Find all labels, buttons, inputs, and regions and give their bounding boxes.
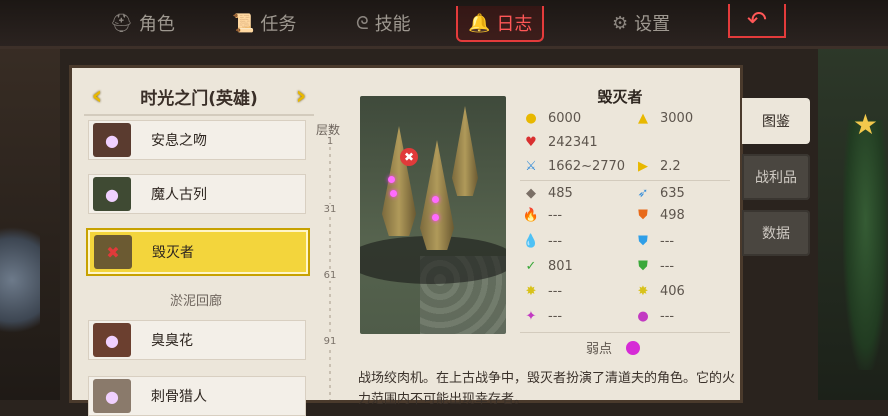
physical-res-stat: ◆ 485 [522, 186, 573, 201]
monster-entry[interactable]: ● 魔人古列 [88, 174, 306, 214]
pierce-res-icon: ➶ [637, 186, 649, 201]
weak-point-icon: ✖ [400, 148, 418, 166]
christmas-tree-decoration [843, 120, 888, 370]
lightning-res-stat: ✸ 406 [634, 284, 685, 299]
back-button[interactable]: ↶ [728, 4, 786, 38]
speed-icon: ▶ [638, 159, 648, 174]
arcane-orb-icon [626, 340, 641, 355]
divider [520, 180, 730, 181]
fire-res-stat: ⛊ 498 [634, 208, 685, 223]
tab-settings[interactable]: ⚙ 设置 [612, 6, 670, 40]
monster-description: 战场绞肉机。在上古战争中，毁灭者扮演了清道夫的角色。它的火力范围内不可能出现幸存… [358, 371, 736, 407]
layer-tick: 1 [318, 136, 342, 147]
destroyer-leg [420, 140, 454, 250]
coin-icon: ● [525, 111, 537, 126]
lightning-res-icon: ✸ [637, 284, 649, 299]
arcane-res-stat: ● --- [634, 309, 674, 324]
layer-tick: 61 [318, 270, 342, 281]
poison-res-icon: ⛊ [638, 259, 648, 274]
lightning-dmg-stat: ✸ --- [522, 284, 563, 299]
weakness-row: 弱点 [586, 338, 641, 357]
next-arrow-icon[interactable]: › [288, 81, 314, 111]
list-header: ‹ 时光之门(英雄) › [84, 78, 314, 114]
tab-quests[interactable]: 📜 任务 [232, 6, 296, 40]
attack-stat: ⚔ 1662~2770 [522, 159, 625, 174]
left-character-art [0, 210, 40, 350]
monster-entry[interactable]: ● 刺骨猎人 [88, 376, 306, 416]
bell-icon: 🔔 [468, 12, 491, 34]
hp-stat: ♥ 242341 [522, 135, 597, 150]
helmet-icon: ⛑ [110, 12, 133, 34]
prev-arrow-icon[interactable]: ‹ [84, 81, 110, 111]
star-icon: ★ [852, 108, 878, 141]
monster-thumbnail: ● [93, 123, 131, 157]
poison-dmg-stat: ✓ 801 [522, 259, 573, 274]
attack-speed-stat: ▶ 2.2 [634, 159, 681, 174]
glowing-eye [432, 196, 439, 203]
top-tab-bar: ⛑ 角色 📜 任务 ᘓ 技能 🔔 日志 ⚙ 设置 ↶ [0, 0, 888, 49]
water-dmg-stat: 💧 --- [522, 234, 563, 249]
back-arrow-icon: ↶ [746, 6, 768, 34]
exp-icon: ▲ [638, 111, 648, 126]
monster-thumbnail: ✖ [94, 235, 132, 269]
arcane-dmg-icon: ✦ [525, 309, 537, 324]
fire-dmg-icon: 🔥 [522, 208, 540, 223]
glowing-eye [432, 214, 439, 221]
poison-res-stat: ⛊ --- [634, 259, 674, 274]
gold-reward: ● 6000 [522, 111, 581, 126]
arcane-dmg-stat: ✦ --- [522, 309, 563, 324]
list-title: 时光之门(英雄) [140, 88, 258, 109]
monster-entry[interactable]: ● 安息之吻 [88, 120, 306, 160]
scroll-icon: 📜 [232, 12, 255, 34]
monster-thumbnail: ● [93, 177, 131, 211]
side-tab-loot[interactable]: 战利品 [742, 154, 810, 200]
tab-character[interactable]: ⛑ 角色 [110, 6, 175, 40]
glowing-eye [388, 176, 395, 183]
exp-reward: ▲ 3000 [634, 111, 693, 126]
layer-tick: 91 [318, 336, 342, 347]
glowing-eye [390, 190, 397, 197]
water-dmg-icon: 💧 [522, 234, 540, 249]
monster-thumbnail: ● [93, 379, 131, 413]
side-tab-data[interactable]: 数据 [742, 210, 810, 256]
destroyer-leg [452, 106, 478, 196]
gear-icon: ⚙ [612, 12, 629, 34]
water-res-icon: ⛊ [638, 234, 648, 249]
pierce-res-stat: ➶ 635 [634, 186, 685, 201]
monster-portrait: ✖ [360, 96, 506, 334]
swirl-icon: ᘓ [356, 12, 369, 34]
layer-tick: 31 [318, 204, 342, 215]
arcane-res-icon: ● [637, 309, 649, 324]
section-label: 淤泥回廊 [169, 294, 222, 309]
tab-log[interactable]: 🔔 日志 [456, 6, 545, 42]
monster-name: 毁灭者 [597, 88, 643, 106]
sword-icon: ⚔ [525, 159, 537, 174]
monster-entry[interactable]: ● 臭臭花 [88, 320, 306, 360]
destroyer-leg [382, 126, 416, 236]
monster-thumbnail: ● [93, 323, 131, 357]
physical-res-icon: ◆ [526, 186, 536, 201]
heart-icon: ♥ [525, 135, 537, 150]
tab-skills[interactable]: ᘓ 技能 [356, 6, 411, 40]
water-res-stat: ⛊ --- [634, 234, 674, 249]
poison-dmg-icon: ✓ [525, 259, 537, 274]
fire-res-icon: ⛊ [638, 208, 648, 223]
divider [84, 114, 314, 116]
side-tab-codex[interactable]: 图鉴 [742, 98, 810, 144]
lightning-dmg-icon: ✸ [525, 284, 537, 299]
monster-entry-selected[interactable]: ✖ 毁灭者 [88, 230, 308, 274]
divider [520, 332, 730, 333]
fire-dmg-stat: 🔥 --- [522, 208, 563, 223]
